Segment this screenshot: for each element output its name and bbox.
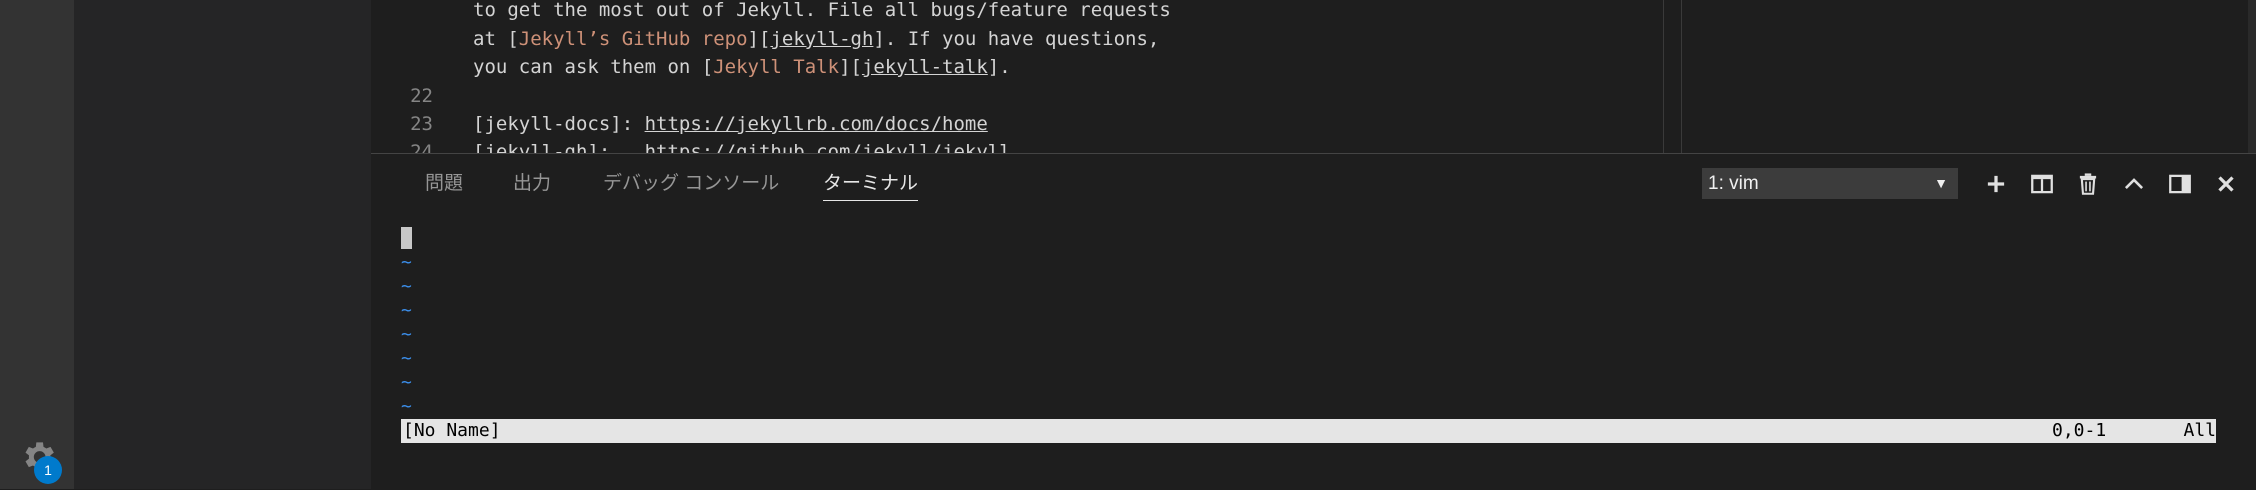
- url-link[interactable]: https://github.com/jekyll/jekyll: [645, 141, 1011, 153]
- editor-scrollbar[interactable]: [2248, 0, 2256, 153]
- code-token: ][: [747, 28, 771, 50]
- vim-tilde-line: ~: [401, 300, 412, 321]
- vim-scroll-position: All: [2183, 420, 2216, 441]
- code-text: [jekyll-gh]: https://github.com/jekyll/j…: [473, 138, 1011, 153]
- plus-icon[interactable]: [1983, 171, 2009, 197]
- terminal-select[interactable]: 1: vim ▼: [1702, 168, 1958, 199]
- vim-tilde-line: ~: [401, 396, 412, 417]
- code-token: jekyll-gh: [770, 28, 874, 50]
- code-text: [jekyll-docs]: https://jekyllrb.com/docs…: [473, 110, 988, 138]
- activity-bar: 1: [0, 0, 74, 489]
- tab-problems[interactable]: 問題: [425, 168, 463, 200]
- code-text: at [Jekyll’s GitHub repo][jekyll-gh]. If…: [473, 25, 1159, 53]
- tab-output[interactable]: 出力: [513, 168, 551, 200]
- code-token: ][: [839, 56, 862, 78]
- vim-tilde-line: ~: [401, 252, 412, 273]
- code-token: [jekyll-docs]:: [473, 113, 645, 135]
- close-icon[interactable]: [2213, 171, 2239, 197]
- editor-ruler: [1663, 0, 1664, 153]
- vim-tilde-line: ~: [401, 324, 412, 345]
- code-token: [jekyll-gh]:: [473, 141, 645, 153]
- code-text: you can ask them on [Jekyll Talk][jekyll…: [473, 53, 1011, 81]
- chevron-down-icon: ▼: [1934, 175, 1948, 191]
- code-token: to get the most out of Jekyll. File all …: [473, 0, 1171, 21]
- editor-ruler: [1681, 0, 1682, 153]
- tab-debug-console[interactable]: デバッグ コンソール: [603, 168, 779, 200]
- code-token: Jekyll Talk: [713, 56, 840, 78]
- settings-badge: 1: [34, 456, 62, 484]
- side-bar: [74, 0, 371, 489]
- vim-tilde-line: ~: [401, 372, 412, 393]
- code-token: ].: [987, 56, 1011, 78]
- terminal-cursor: [401, 227, 412, 249]
- bottom-panel: 問題 出力 デバッグ コンソール ターミナル 1: vim ▼ ~ ~ ~ ~ ~ ~ ~ …: [371, 153, 2256, 490]
- terminal-select-value: 1: vim: [1708, 173, 1759, 194]
- split-icon[interactable]: [2029, 171, 2055, 197]
- code-token: you can ask them on [: [473, 56, 714, 78]
- code-token: ]. If you have questions,: [873, 28, 1160, 50]
- chevron-up-icon[interactable]: [2121, 171, 2147, 197]
- vim-tilde-line: ~: [401, 348, 412, 369]
- code-token: at [: [473, 28, 519, 50]
- line-number: 23: [410, 113, 433, 135]
- line-number: 22: [410, 85, 433, 107]
- url-link[interactable]: https://jekyllrb.com/docs/home: [645, 113, 988, 135]
- editor[interactable]: to get the most out of Jekyll. File all …: [371, 0, 2256, 153]
- vim-cursor-position: 0,0-1: [2052, 420, 2107, 441]
- panel-layout-icon[interactable]: [2167, 171, 2193, 197]
- line-number: 24: [410, 141, 433, 153]
- vim-tilde-line: ~: [401, 276, 412, 297]
- vim-buffer-name: [No Name]: [403, 420, 501, 441]
- trash-icon[interactable]: [2075, 171, 2101, 197]
- code-token: Jekyll’s GitHub repo: [518, 28, 748, 50]
- code-text: to get the most out of Jekyll. File all …: [473, 0, 1171, 24]
- tab-terminal[interactable]: ターミナル: [823, 168, 919, 201]
- code-token: jekyll-talk: [861, 56, 988, 78]
- vim-status-line: [No Name] 0,0-1 All: [401, 419, 2216, 443]
